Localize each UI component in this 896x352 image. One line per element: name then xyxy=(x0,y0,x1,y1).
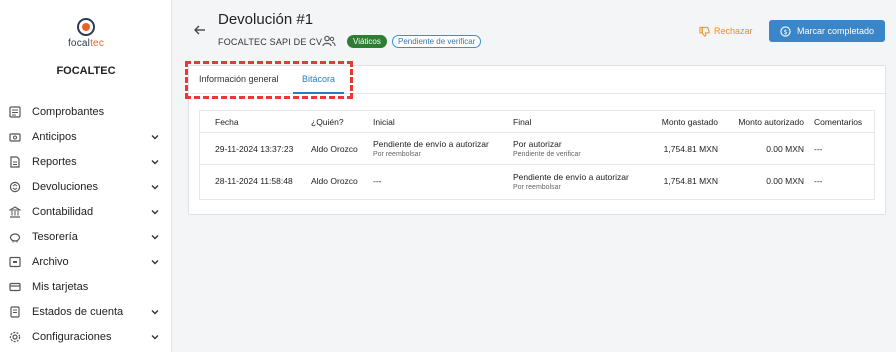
chevron-down-icon xyxy=(151,209,159,215)
sidebar-item-label: Tesorería xyxy=(32,231,78,244)
sidebar: focaltec FOCALTEC Comprobantes Anticipos… xyxy=(0,0,172,352)
chevron-down-icon xyxy=(151,335,159,340)
column-header-final: Final xyxy=(513,116,532,127)
cell-fecha: 28-11-2024 11:58:48 xyxy=(215,176,293,186)
chevron-down-icon xyxy=(151,260,159,265)
column-header-comentarios: Comentarios xyxy=(814,116,863,127)
cell-final-status: Por autorizar xyxy=(513,139,562,149)
money-circle-icon: $ xyxy=(780,25,791,37)
cell-quien: Aldo Orozco xyxy=(311,176,358,186)
sidebar-item-label: Contabilidad xyxy=(32,205,94,218)
sidebar-item-tesoreria[interactable]: Tesorería xyxy=(0,224,172,249)
sidebar-item-contabilidad[interactable]: Contabilidad xyxy=(0,199,172,224)
highlight-box xyxy=(185,61,353,99)
sidebar-item-label: Mis tarjetas xyxy=(32,281,89,294)
bitacora-table: Fecha ¿Quién? Inicial Final Monto gastad… xyxy=(199,110,875,200)
company-label: FOCALTEC SAPI DE CV xyxy=(218,37,323,47)
people-icon[interactable] xyxy=(322,35,336,47)
sidebar-item-anticipos[interactable]: Anticipos xyxy=(0,124,172,149)
column-header-quien: ¿Quién? xyxy=(311,116,344,127)
cell-monto-autorizado: 0.00 MXN xyxy=(766,143,804,154)
cell-monto-autorizado: 0.00 MXN xyxy=(766,176,804,186)
gear-icon xyxy=(8,330,22,344)
credit-card-icon xyxy=(8,280,22,294)
archive-icon xyxy=(8,255,22,269)
table-row[interactable]: 29-11-2024 13:37:23 Aldo Orozco Pendient… xyxy=(200,133,874,165)
statement-icon xyxy=(8,305,22,319)
cell-inicial: Pendiente de envío a autorizar Por reemb… xyxy=(373,133,489,164)
sidebar-item-configuraciones[interactable]: Configuraciones xyxy=(0,325,172,350)
page-title: Devolución #1 xyxy=(218,11,314,28)
sidebar-item-label: Reportes xyxy=(32,155,77,168)
cell-quien: Aldo Orozco xyxy=(311,143,358,154)
sidebar-item-label: Anticipos xyxy=(32,130,77,143)
chevron-down-icon xyxy=(151,310,159,315)
report-icon xyxy=(8,155,22,169)
column-header-monto-gastado: Monto gastado xyxy=(661,116,718,127)
receipt-icon xyxy=(8,105,22,119)
thumbs-down-icon xyxy=(699,26,710,37)
cell-final: Por autorizar Pendiente de verificar xyxy=(513,133,581,164)
chevron-down-icon xyxy=(151,184,159,190)
sidebar-item-label: Devoluciones xyxy=(32,180,99,193)
cell-final-substatus: Por reembolsar xyxy=(513,183,561,191)
column-header-monto-autorizado: Monto autorizado xyxy=(738,116,804,127)
cell-monto-gastado: 1,754.81 MXN xyxy=(663,176,718,186)
cell-inicial-substatus: Por reembolsar xyxy=(373,151,421,158)
sidebar-item-label: Estados de cuenta xyxy=(32,306,124,319)
sidebar-item-label: Archivo xyxy=(32,256,69,269)
cell-comentarios: --- xyxy=(814,176,823,186)
reject-button[interactable]: Rechazar xyxy=(699,23,753,39)
company-name: FOCALTEC xyxy=(56,65,116,77)
cell-fecha: 29-11-2024 13:37:23 xyxy=(215,143,294,154)
cell-final-substatus: Pendiente de verificar xyxy=(513,151,581,158)
back-arrow-icon[interactable] xyxy=(193,23,207,37)
sidebar-item-reportes[interactable]: Reportes xyxy=(0,149,172,174)
svg-text:$: $ xyxy=(783,27,787,35)
sidebar-nav: Comprobantes Anticipos Reportes Devoluci… xyxy=(0,99,172,350)
sidebar-item-label: Configuraciones xyxy=(32,331,112,344)
cash-icon xyxy=(8,130,22,144)
bank-icon xyxy=(8,205,22,219)
table-row[interactable]: 28-11-2024 11:58:48 Aldo Orozco --- Pend… xyxy=(200,165,874,197)
type-badge: Viáticos xyxy=(347,35,387,48)
sidebar-item-devoluciones[interactable]: Devoluciones xyxy=(0,174,172,199)
cell-comentarios: --- xyxy=(814,143,823,154)
sidebar-item-archivo[interactable]: Archivo xyxy=(0,250,172,275)
focaltec-logo[interactable]: focaltec xyxy=(62,18,110,49)
mark-complete-label: Marcar completado xyxy=(796,26,875,36)
logo-text: focaltec xyxy=(67,38,105,49)
cell-final-status: Pendiente de envío a autorizar xyxy=(513,171,629,182)
refund-icon xyxy=(8,180,22,194)
sidebar-item-comprobantes[interactable]: Comprobantes xyxy=(0,99,172,124)
cell-inicial-status: Pendiente de envío a autorizar xyxy=(373,139,489,149)
cell-monto-gastado: 1,754.81 MXN xyxy=(663,143,718,154)
piggy-bank-icon xyxy=(8,230,22,244)
logo-mark-icon xyxy=(77,18,95,36)
mark-complete-button[interactable]: $ Marcar completado xyxy=(769,20,885,42)
reject-label: Rechazar xyxy=(714,26,753,36)
status-badge: Pendiente de verificar xyxy=(392,35,482,48)
column-header-fecha: Fecha xyxy=(215,116,239,127)
chevron-down-icon xyxy=(151,159,159,165)
cell-final: Pendiente de envío a autorizar Por reemb… xyxy=(513,165,629,197)
column-header-inicial: Inicial xyxy=(373,116,395,127)
table-header: Fecha ¿Quién? Inicial Final Monto gastad… xyxy=(200,111,874,133)
sidebar-item-label: Comprobantes xyxy=(32,105,105,118)
chevron-down-icon xyxy=(151,134,159,140)
sidebar-item-mis-tarjetas[interactable]: Mis tarjetas xyxy=(0,275,172,300)
cell-inicial: --- xyxy=(373,176,382,186)
chevron-down-icon xyxy=(151,235,159,240)
sidebar-item-estados-de-cuenta[interactable]: Estados de cuenta xyxy=(0,300,172,325)
